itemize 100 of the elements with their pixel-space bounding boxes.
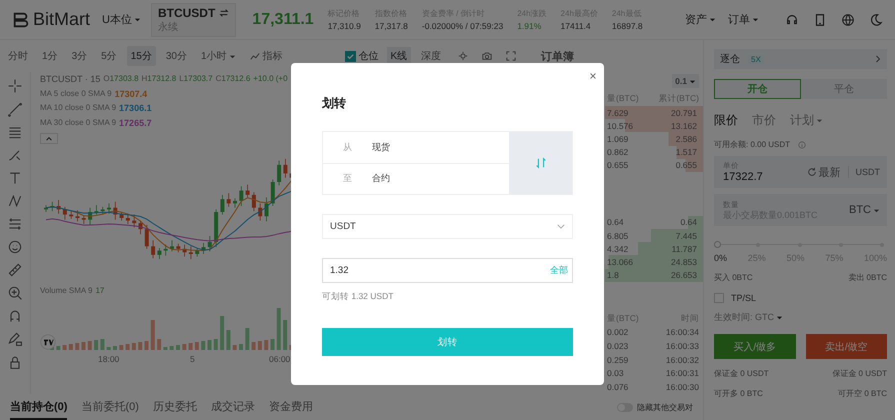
text-tool-icon[interactable]	[7, 170, 23, 186]
amount-slider[interactable]	[717, 240, 882, 250]
zoom-in-icon[interactable]	[7, 285, 23, 301]
pattern-icon[interactable]	[7, 193, 23, 209]
records-tab[interactable]: 资金费用	[268, 394, 313, 420]
channel-lines-icon[interactable]	[7, 216, 23, 232]
table-cell: 16:00:31	[666, 368, 699, 378]
trend-line-icon[interactable]	[7, 101, 23, 117]
volume-bar	[106, 346, 111, 350]
table-cell: 11.787	[672, 244, 697, 254]
volume-bar	[208, 340, 212, 350]
table-cell: 2.586	[676, 134, 697, 144]
all-button[interactable]: 全部	[550, 264, 568, 277]
globe-icon[interactable]	[841, 12, 855, 26]
transfer-button[interactable]: 划转	[322, 328, 573, 356]
close-icon[interactable]	[589, 72, 597, 80]
candle	[246, 184, 250, 198]
volume-bar	[119, 344, 124, 350]
volume-bar	[170, 346, 174, 350]
amount-field[interactable]: 1.32 全部	[322, 258, 573, 283]
records-tab[interactable]: 成交记录	[210, 394, 255, 420]
collapse-button[interactable]	[40, 133, 58, 144]
phone-icon[interactable]	[813, 12, 827, 26]
market-menu[interactable]: U本位	[102, 12, 141, 27]
position-checkbox[interactable]	[344, 50, 356, 62]
table-cell: 20.791	[671, 108, 697, 118]
camera-icon[interactable]	[482, 51, 492, 61]
chart-logo-icon	[40, 334, 56, 350]
chart-symbol: BTCUSDT · 15	[40, 73, 100, 86]
crosshair-icon[interactable]	[7, 78, 23, 94]
records-tab[interactable]: 当前持仓(0)	[10, 394, 68, 420]
candle	[170, 240, 174, 252]
position-tab[interactable]: 开仓	[714, 79, 800, 99]
volume-bar	[245, 328, 250, 350]
dialog-title: 划转	[322, 95, 346, 112]
candle	[120, 212, 124, 221]
refresh-icon	[806, 167, 816, 177]
interval-tab[interactable]: 1小时	[196, 46, 240, 66]
to-label: 至	[343, 172, 352, 186]
pencil-lock-icon[interactable]	[7, 331, 23, 347]
candle	[76, 210, 80, 222]
last-price: 17,311.1	[252, 10, 314, 28]
buy-long-button[interactable]: 买入/做多	[714, 334, 796, 359]
volume-bar	[264, 340, 268, 350]
leverage-selector[interactable]: 逐仓 5X	[714, 49, 887, 69]
table-cell: 0.259	[607, 354, 628, 365]
table-cell: 0.64	[607, 217, 624, 228]
table-cell: 16:00:32	[666, 354, 699, 365]
order-type-tab[interactable]: 限价	[714, 112, 738, 129]
table-cell: 16:00:33	[666, 341, 699, 352]
order-type-tab[interactable]: 计划	[790, 112, 823, 129]
indicators-button[interactable]: 指标	[246, 46, 286, 66]
candle	[132, 214, 136, 228]
nav-menu[interactable]: 资产	[685, 12, 716, 27]
fullscreen-icon[interactable]	[506, 51, 516, 61]
currency-select[interactable]: USDT	[322, 214, 573, 239]
precision-dropdown[interactable]: 0.1	[672, 74, 699, 88]
table-cell: 13.066	[607, 256, 633, 267]
chart-view-tab[interactable]: 深度	[417, 47, 446, 65]
candle	[182, 244, 187, 257]
slider-thumb[interactable]	[714, 240, 720, 248]
volume-bar	[150, 320, 155, 350]
candle	[50, 201, 54, 212]
candle	[113, 201, 118, 220]
interval-tab[interactable]: 3分	[68, 46, 92, 66]
nav-menu[interactable]: 订单	[728, 12, 759, 27]
logo-text[interactable]: BitMart	[33, 9, 90, 30]
volume-bar	[132, 342, 136, 350]
unit-dropdown[interactable]: BTC	[849, 204, 880, 216]
interval-tab[interactable]: 1分	[38, 46, 62, 66]
interval-tab[interactable]: 分时	[4, 46, 32, 66]
table-cell: 4.342	[607, 244, 628, 254]
sell-short-button[interactable]: 卖出/做空	[806, 334, 887, 359]
time-axis-label: 06:00	[269, 354, 290, 364]
time-in-force-dropdown[interactable]: 生效时间: GTC	[714, 311, 783, 324]
support-icon[interactable]	[785, 12, 799, 26]
summary-text: 保证金 0 USDT	[832, 368, 887, 379]
tpsl-checkbox[interactable]	[714, 293, 724, 303]
candle	[233, 198, 237, 208]
interval-tab[interactable]: 5分	[97, 46, 121, 66]
from-account-select[interactable]: 现货	[372, 140, 390, 154]
smiley-icon[interactable]	[7, 239, 23, 255]
settings-icon[interactable]	[458, 51, 468, 61]
candle	[157, 248, 162, 260]
records-tab[interactable]: 历史委托	[152, 394, 197, 420]
latest-price-button[interactable]: 最新	[806, 164, 840, 180]
order-type-tab[interactable]: 市价	[752, 112, 776, 129]
ma-label: MA 30 close 0 SMA 9	[40, 116, 116, 128]
to-account-select[interactable]: 合约	[372, 172, 390, 186]
moon-icon[interactable]	[869, 12, 883, 26]
interval-tab[interactable]: 30分	[162, 46, 191, 66]
position-label: 仓位	[358, 50, 378, 63]
volume-bar	[276, 308, 281, 350]
ma-value: 17307.4	[114, 88, 148, 100]
interval-tab[interactable]: 15分	[126, 46, 156, 66]
volume-bar	[50, 346, 54, 350]
ruler-icon[interactable]	[7, 262, 23, 278]
sell-amount: 卖出 0BTC	[848, 272, 887, 283]
candle	[126, 213, 130, 224]
records-tab[interactable]: 当前委托(0)	[81, 394, 139, 420]
